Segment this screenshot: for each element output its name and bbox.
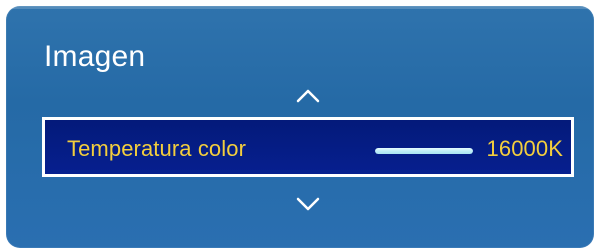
scroll-up-button[interactable] (294, 86, 322, 106)
chevron-down-icon (296, 197, 320, 211)
chevron-up-icon (296, 89, 320, 103)
scroll-down-button[interactable] (294, 194, 322, 214)
picture-settings-panel: Imagen Temperatura color 16000K (6, 6, 594, 248)
color-temperature-item[interactable]: Temperatura color 16000K (42, 117, 574, 177)
menu-title: Imagen (44, 40, 146, 73)
color-temperature-slider-fill (375, 148, 473, 154)
color-temperature-label: Temperatura color (67, 136, 246, 161)
color-temperature-value: 16000K (486, 136, 563, 161)
color-temperature-slider[interactable] (375, 148, 473, 154)
